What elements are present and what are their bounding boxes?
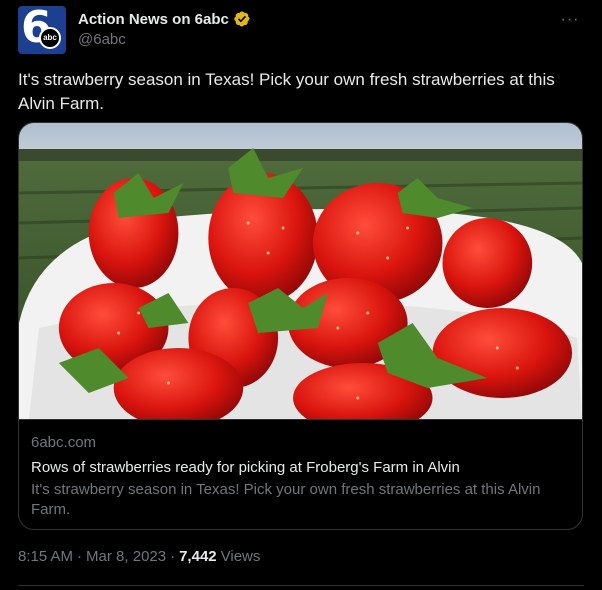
avatar-abc-logo: abc xyxy=(39,27,61,49)
tweet: 6 abc Action News on 6abc @6abc ··· It's… xyxy=(0,0,602,590)
author-names: Action News on 6abc @6abc xyxy=(78,6,251,48)
divider xyxy=(18,585,584,586)
card-domain: 6abc.com xyxy=(31,434,97,451)
meta-separator: · xyxy=(77,548,83,565)
tweet-time[interactable]: 8:15 AM xyxy=(18,548,73,565)
views-count: 7,442 xyxy=(179,548,217,565)
display-name[interactable]: Action News on 6abc xyxy=(78,11,229,28)
meta-separator: · xyxy=(170,548,176,565)
tweet-text: It's strawberry season in Texas! Pick yo… xyxy=(18,70,555,113)
card-image[interactable] xyxy=(19,123,582,419)
tweet-date[interactable]: Mar 8, 2023 xyxy=(86,548,166,565)
author-handle[interactable]: @6abc xyxy=(78,31,251,48)
tweet-meta: 8:15 AM · Mar 8, 2023 · 7,442 Views xyxy=(18,548,260,565)
avatar[interactable]: 6 abc xyxy=(18,6,66,54)
verified-badge-icon[interactable] xyxy=(233,10,251,28)
card-body: 6abc.com Rows of strawberries ready for … xyxy=(19,419,582,529)
tweet-header: 6 abc Action News on 6abc @6abc ··· xyxy=(18,6,584,54)
card-description: It's strawberry season in Texas! Pick yo… xyxy=(31,481,541,518)
views-label: Views xyxy=(220,548,261,565)
display-name-row: Action News on 6abc xyxy=(78,10,251,28)
more-options-icon[interactable]: ··· xyxy=(560,10,580,30)
card-title[interactable]: Rows of strawberries ready for picking a… xyxy=(31,458,570,478)
link-card[interactable]: 6abc.com Rows of strawberries ready for … xyxy=(18,122,583,530)
